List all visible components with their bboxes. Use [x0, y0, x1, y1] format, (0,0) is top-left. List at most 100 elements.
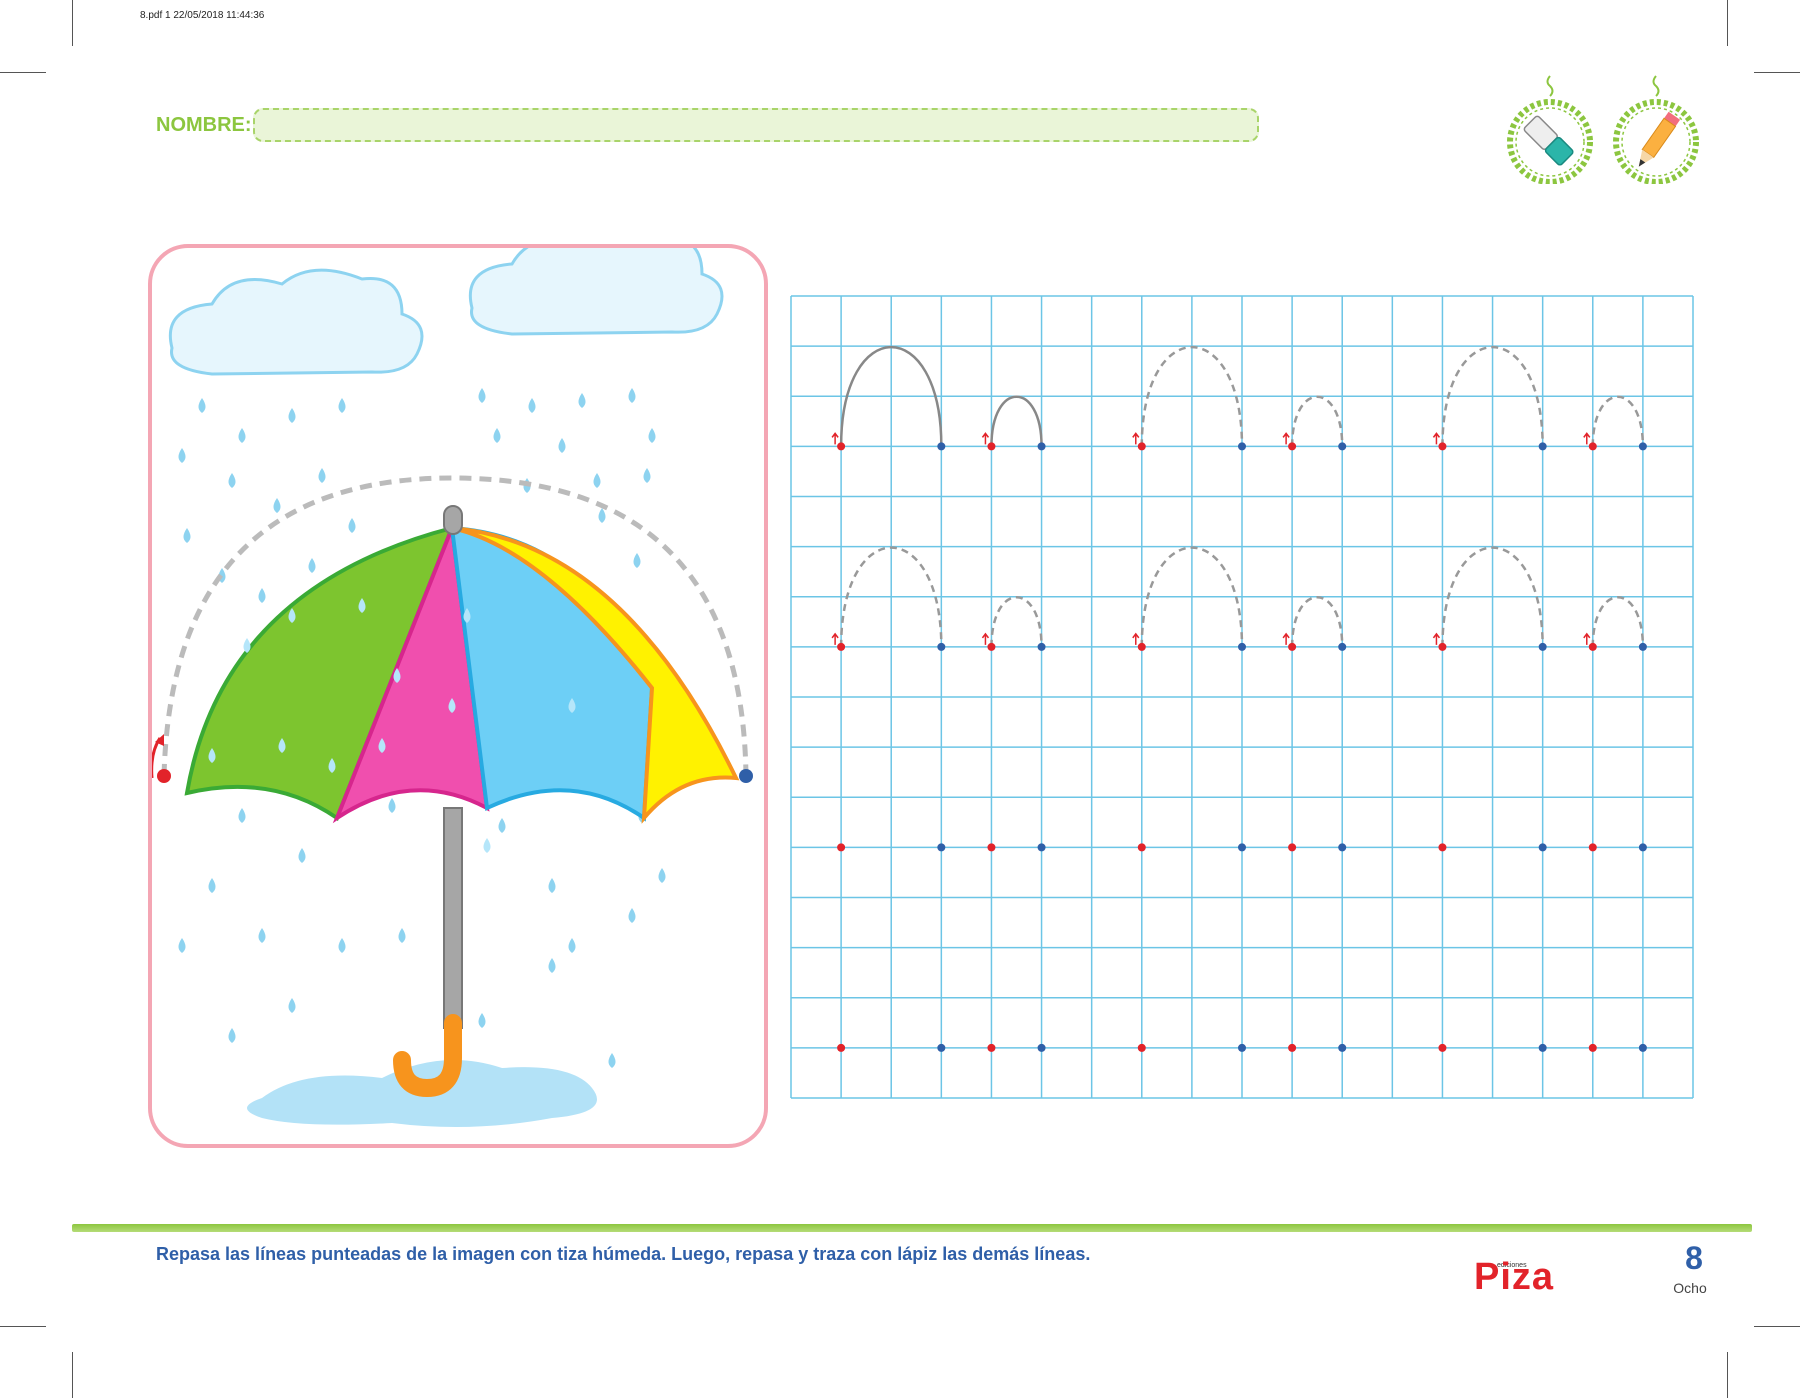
end-dot — [1538, 843, 1547, 852]
direction-arrow-icon — [1432, 632, 1441, 645]
start-dot — [1288, 442, 1297, 451]
raindrop-icon — [178, 448, 186, 463]
end-dot — [1638, 843, 1647, 852]
crop-mark — [72, 0, 73, 46]
raindrop-icon — [308, 558, 316, 573]
raindrop-icon — [498, 818, 506, 833]
name-field[interactable] — [253, 108, 1259, 142]
end-dot — [1037, 1043, 1046, 1052]
raindrop-icon — [288, 998, 296, 1013]
direction-arrow-icon — [1583, 432, 1591, 445]
direction-arrow-icon — [1583, 632, 1591, 645]
page-number-word: Ocho — [1673, 1280, 1707, 1296]
raindrop-icon — [178, 938, 186, 953]
crop-mark — [72, 1352, 73, 1398]
raindrop-icon — [643, 468, 651, 483]
raindrop-icon — [258, 928, 266, 943]
direction-arrow-icon — [1282, 432, 1290, 445]
raindrop-icon — [398, 928, 406, 943]
crop-mark — [1727, 0, 1728, 46]
start-dot — [1438, 442, 1447, 451]
end-dot — [1638, 642, 1647, 651]
raindrop-icon — [288, 408, 296, 423]
print-info: 8.pdf 1 22/05/2018 11:44:36 — [140, 10, 265, 21]
start-dot — [1588, 843, 1597, 852]
end-dot — [937, 642, 946, 651]
raindrop-icon — [298, 848, 306, 863]
crop-mark — [1727, 1352, 1728, 1398]
start-dot — [1288, 642, 1297, 651]
raindrop-icon — [628, 908, 636, 923]
start-dot — [1438, 1043, 1447, 1052]
end-dot — [1238, 642, 1246, 651]
direction-arrow-icon — [981, 432, 990, 445]
raindrop-icon — [598, 508, 606, 523]
raindrop-icon — [273, 498, 281, 513]
start-dot — [837, 642, 846, 651]
start-dot — [1288, 843, 1297, 852]
raindrop-icon — [198, 398, 206, 413]
start-dot — [987, 1043, 996, 1052]
raindrop-icon — [183, 528, 191, 543]
end-dot — [1238, 1043, 1246, 1052]
crop-mark — [0, 72, 46, 73]
raindrop-icon — [338, 938, 346, 953]
end-point — [739, 769, 753, 783]
raindrop-icon — [318, 468, 326, 483]
end-dot — [1238, 442, 1246, 451]
end-dot — [1538, 1043, 1547, 1052]
start-dot — [1137, 442, 1146, 451]
start-dot — [837, 843, 846, 852]
raindrop-icon — [568, 938, 576, 953]
raindrop-icon — [493, 428, 501, 443]
tracing-grid[interactable] — [789, 294, 1695, 1105]
raindrop-icon — [593, 473, 601, 488]
raindrop-icon — [348, 518, 356, 533]
start-dot — [1137, 843, 1146, 852]
crop-mark — [1754, 72, 1800, 73]
tracing-arch — [1591, 596, 1645, 647]
publisher-logo: Piza — [1474, 1256, 1555, 1298]
raindrop-icon — [578, 393, 586, 408]
name-label: NOMBRE: — [156, 114, 252, 136]
start-dot — [1588, 442, 1597, 451]
chalk-icon — [1505, 74, 1595, 185]
direction-arrow-icon — [1132, 632, 1140, 645]
raindrop-icon — [258, 588, 266, 603]
raindrop-icon — [628, 388, 636, 403]
start-dot — [987, 843, 996, 852]
raindrop-icon — [228, 1028, 236, 1043]
raindrop-icon — [228, 473, 236, 488]
start-dot — [1137, 1043, 1146, 1052]
raindrop-icon — [528, 398, 536, 413]
start-dot — [1438, 642, 1447, 651]
end-dot — [1538, 442, 1547, 451]
raindrop-icon — [338, 398, 346, 413]
end-dot — [1037, 442, 1046, 451]
crop-mark — [0, 1326, 46, 1327]
tracing-arch — [990, 596, 1043, 647]
raindrop-icon — [548, 878, 556, 893]
start-dot — [1588, 642, 1597, 651]
direction-arrow-icon — [1282, 632, 1290, 645]
direction-arrow-icon — [831, 432, 839, 445]
end-dot — [1338, 642, 1347, 651]
start-dot — [987, 442, 996, 451]
direction-arrow-icon — [1132, 432, 1140, 445]
direction-arrow-icon — [831, 632, 839, 645]
start-dot — [1137, 642, 1146, 651]
end-dot — [937, 843, 946, 852]
end-dot — [1037, 642, 1046, 651]
start-point — [157, 769, 171, 783]
end-dot — [937, 1043, 946, 1052]
raindrop-icon — [208, 878, 216, 893]
raindrop-icon — [483, 838, 491, 853]
end-dot — [1037, 843, 1046, 852]
instruction-text: Repasa las líneas punteadas de la imagen… — [156, 1244, 1091, 1264]
raindrop-icon — [238, 428, 246, 443]
tracing-arch — [990, 395, 1043, 447]
page-number: 8 — [1685, 1240, 1703, 1276]
raindrop-icon — [648, 428, 656, 443]
tracing-arch — [1591, 395, 1645, 447]
footer-divider — [72, 1224, 1752, 1232]
